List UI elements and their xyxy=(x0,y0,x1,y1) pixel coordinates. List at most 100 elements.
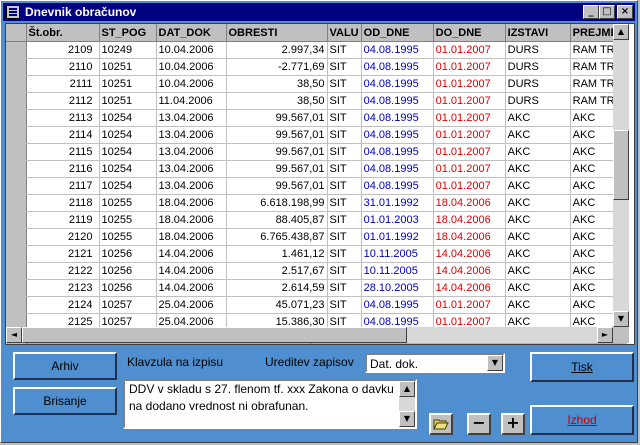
cell-izstavi[interactable]: AKC xyxy=(505,126,571,144)
memo-scroll-down[interactable]: ▼ xyxy=(399,411,415,427)
cell-izstavi[interactable]: AKC xyxy=(505,296,571,314)
cell-dat-dok[interactable]: 18.04.2006 xyxy=(156,228,227,246)
cell-dat-dok[interactable]: 13.04.2006 xyxy=(156,126,227,144)
table-row[interactable]: 2117 10254 13.04.2006 99.567,01 SIT 04.08.199… xyxy=(6,177,627,195)
cell-valuta[interactable]: SIT xyxy=(327,75,362,93)
cell-obr-number[interactable]: 2112 xyxy=(26,92,100,110)
row-selector[interactable] xyxy=(6,75,27,93)
cell-valuta[interactable]: SIT xyxy=(327,126,362,144)
data-grid[interactable]: Št.obr. ST_POG DAT_DOK OBRESTI VALU OD_D… xyxy=(5,23,635,345)
cell-obresti[interactable]: 2.997,34 xyxy=(226,41,328,59)
cell-do-dne[interactable]: 01.01.2007 xyxy=(433,58,506,76)
cell-izstavi[interactable]: AKC xyxy=(505,279,571,297)
table-row[interactable]: 2116 10254 13.04.2006 99.567,01 SIT 04.08.199… xyxy=(6,160,627,178)
cell-izstavi[interactable]: AKC xyxy=(505,143,571,161)
table-row[interactable]: 2115 10254 13.04.2006 99.567,01 SIT 04.08.199… xyxy=(6,143,627,161)
row-selector[interactable] xyxy=(6,41,27,59)
cell-st-pog[interactable]: 10249 xyxy=(99,41,157,59)
table-row[interactable]: 2112 10251 11.04.2006 38,50 SIT 04.08.1995 01.… xyxy=(6,92,627,110)
cell-valuta[interactable]: SIT xyxy=(327,143,362,161)
cell-od-dne[interactable]: 10.11.2005 xyxy=(361,262,434,280)
cell-valuta[interactable]: SIT xyxy=(327,228,362,246)
column-header[interactable]: DO_DNE xyxy=(433,24,506,42)
column-header[interactable]: OBRESTI xyxy=(226,24,328,42)
cell-do-dne[interactable]: 18.04.2006 xyxy=(433,211,506,229)
cell-obr-number[interactable]: 2115 xyxy=(26,143,100,161)
cell-valuta[interactable]: SIT xyxy=(327,245,362,263)
cell-obr-number[interactable]: 2121 xyxy=(26,245,100,263)
cell-obr-number[interactable]: 2113 xyxy=(26,109,100,127)
cell-izstavi[interactable]: AKC xyxy=(505,211,571,229)
minimize-button[interactable]: _ xyxy=(583,5,599,19)
cell-do-dne[interactable]: 01.01.2007 xyxy=(433,296,506,314)
cell-do-dne[interactable]: 01.01.2007 xyxy=(433,177,506,195)
cell-obr-number[interactable]: 2111 xyxy=(26,75,100,93)
column-header[interactable]: OD_DNE xyxy=(361,24,434,42)
cell-st-pog[interactable]: 10255 xyxy=(99,228,157,246)
cell-obresti[interactable]: 2.517,67 xyxy=(226,262,328,280)
cell-do-dne[interactable]: 01.01.2007 xyxy=(433,75,506,93)
cell-do-dne[interactable]: 01.01.2007 xyxy=(433,109,506,127)
cell-obresti[interactable]: 2.614,59 xyxy=(226,279,328,297)
cell-st-pog[interactable]: 10254 xyxy=(99,160,157,178)
cell-izstavi[interactable]: AKC xyxy=(505,262,571,280)
cell-valuta[interactable]: SIT xyxy=(327,194,362,212)
cell-obr-number[interactable]: 2110 xyxy=(26,58,100,76)
row-selector[interactable] xyxy=(6,58,27,76)
row-selector[interactable] xyxy=(6,109,27,127)
cell-valuta[interactable]: SIT xyxy=(327,160,362,178)
table-row[interactable]: 2121 10256 14.04.2006 1.461,12 SIT 10.11.2005… xyxy=(6,245,627,263)
table-row[interactable]: 2111 10251 10.04.2006 38,50 SIT 04.08.1995 01.… xyxy=(6,75,627,93)
column-header[interactable]: IZSTAVI xyxy=(505,24,571,42)
cell-valuta[interactable]: SIT xyxy=(327,41,362,59)
cell-do-dne[interactable]: 14.04.2006 xyxy=(433,262,506,280)
brisanje-button[interactable]: Brisanje xyxy=(13,387,117,415)
chevron-down-icon[interactable]: ▼ xyxy=(487,355,503,371)
cell-od-dne[interactable]: 04.08.1995 xyxy=(361,177,434,195)
cell-do-dne[interactable]: 01.01.2007 xyxy=(433,160,506,178)
cell-od-dne[interactable]: 31.01.1992 xyxy=(361,194,434,212)
cell-izstavi[interactable]: AKC xyxy=(505,109,571,127)
cell-do-dne[interactable]: 14.04.2006 xyxy=(433,279,506,297)
row-selector[interactable] xyxy=(6,245,27,263)
open-folder-button[interactable] xyxy=(429,413,453,435)
scroll-down-button[interactable]: ▼ xyxy=(613,311,629,327)
cell-do-dne[interactable]: 18.04.2006 xyxy=(433,194,506,212)
cell-do-dne[interactable]: 14.04.2006 xyxy=(433,245,506,263)
maximize-button[interactable]: □ xyxy=(599,5,615,19)
horizontal-scrollbar[interactable]: ◄ ► xyxy=(6,327,613,343)
cell-dat-dok[interactable]: 10.04.2006 xyxy=(156,58,227,76)
cell-izstavi[interactable]: DURS xyxy=(505,41,571,59)
cell-obresti[interactable]: 45.071,23 xyxy=(226,296,328,314)
cell-do-dne[interactable]: 01.01.2007 xyxy=(433,126,506,144)
cell-st-pog[interactable]: 10254 xyxy=(99,109,157,127)
cell-dat-dok[interactable]: 13.04.2006 xyxy=(156,177,227,195)
cell-izstavi[interactable]: AKC xyxy=(505,160,571,178)
cell-st-pog[interactable]: 10254 xyxy=(99,177,157,195)
cell-obr-number[interactable]: 2116 xyxy=(26,160,100,178)
izhod-button[interactable]: Izhod xyxy=(530,405,634,435)
cell-st-pog[interactable]: 10255 xyxy=(99,194,157,212)
cell-valuta[interactable]: SIT xyxy=(327,211,362,229)
cell-st-pog[interactable]: 10254 xyxy=(99,143,157,161)
cell-obresti[interactable]: 38,50 xyxy=(226,75,328,93)
cell-dat-dok[interactable]: 25.04.2006 xyxy=(156,296,227,314)
table-row[interactable]: 2109 10249 10.04.2006 2.997,34 SIT 04.08.1995… xyxy=(6,41,627,59)
cell-od-dne[interactable]: 28.10.2005 xyxy=(361,279,434,297)
cell-obresti[interactable]: 88.405,87 xyxy=(226,211,328,229)
cell-od-dne[interactable]: 04.08.1995 xyxy=(361,58,434,76)
vertical-scrollbar[interactable]: ▲ ▼ xyxy=(613,24,629,327)
row-selector[interactable] xyxy=(6,262,27,280)
clause-textarea[interactable]: DDV v skladu s 27. flenom tf. xxx Zakona… xyxy=(123,379,417,429)
vertical-scroll-thumb[interactable] xyxy=(613,130,629,200)
cell-do-dne[interactable]: 18.04.2006 xyxy=(433,228,506,246)
cell-izstavi[interactable]: AKC xyxy=(505,245,571,263)
cell-obr-number[interactable]: 2117 xyxy=(26,177,100,195)
cell-valuta[interactable]: SIT xyxy=(327,177,362,195)
table-row[interactable]: 2110 10251 10.04.2006 -2.771,69 SIT 04.08.199… xyxy=(6,58,627,76)
row-selector[interactable] xyxy=(6,126,27,144)
scroll-up-button[interactable]: ▲ xyxy=(613,24,629,40)
cell-valuta[interactable]: SIT xyxy=(327,58,362,76)
cell-obresti[interactable]: 6.765.438,87 xyxy=(226,228,328,246)
table-row[interactable]: 2118 10255 18.04.2006 6.618.198,99 SIT 31.01.… xyxy=(6,194,627,212)
